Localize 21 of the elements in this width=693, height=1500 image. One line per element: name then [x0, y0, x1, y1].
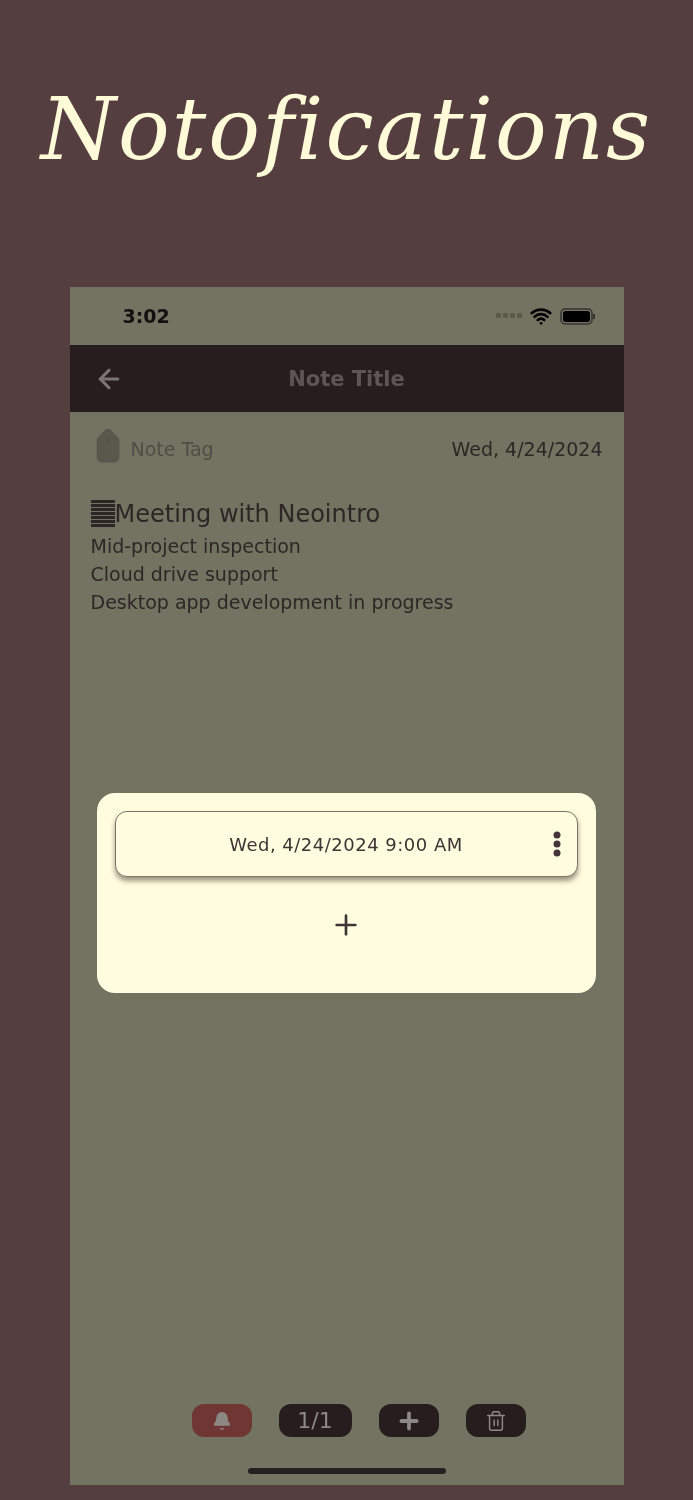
headline: Notofications — [40, 78, 653, 181]
more-icon — [552, 831, 561, 857]
reminder-item[interactable]: Wed, 4/24/2024 9:00 AM — [114, 811, 578, 877]
note-line: Mid-project inspection — [90, 535, 302, 557]
delete-button[interactable] — [465, 1404, 526, 1437]
note-date: Wed, 4/24/2024 — [451, 438, 603, 460]
note-line: Cloud drive support — [90, 563, 279, 585]
battery-icon — [559, 307, 596, 325]
trash-icon — [484, 1409, 507, 1432]
reminder-datetime: Wed, 4/24/2024 9:00 AM — [229, 833, 463, 855]
list-icon — [90, 499, 115, 529]
page-counter-button[interactable]: 1/1 — [278, 1404, 352, 1437]
note-heading: Meeting with Neointro — [114, 500, 381, 528]
bell-icon — [211, 1410, 232, 1431]
status-time: 3:02 — [122, 305, 170, 327]
nav-title: Note Title — [287, 366, 406, 391]
signal-icon — [495, 313, 522, 319]
add-button[interactable] — [378, 1404, 439, 1437]
notifications-button[interactable] — [191, 1404, 252, 1437]
wifi-icon — [529, 305, 552, 327]
note-line: Desktop app development in progress — [90, 591, 455, 613]
